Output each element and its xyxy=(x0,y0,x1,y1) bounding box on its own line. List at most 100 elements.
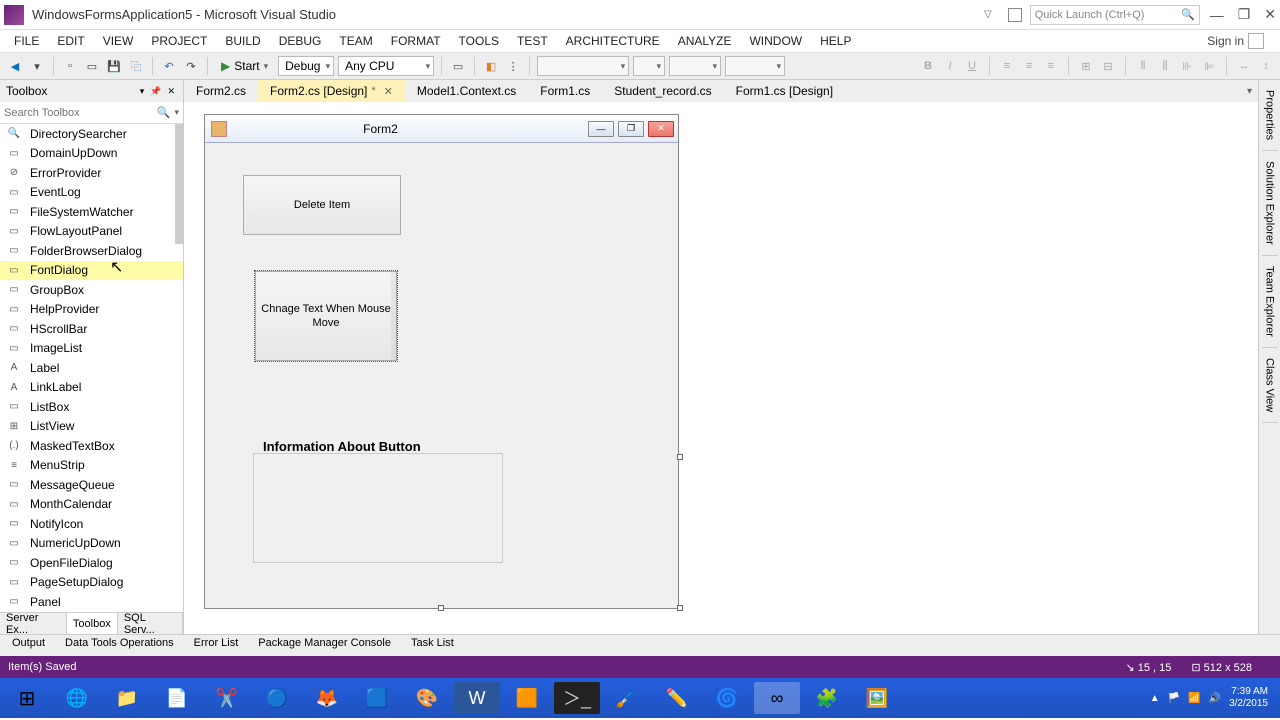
config-combo[interactable]: Debug xyxy=(278,56,334,76)
doc-tab[interactable]: Form1.cs [Design] xyxy=(724,80,845,102)
toolbox-search[interactable]: 🔍 ▾ xyxy=(0,102,183,124)
system-tray[interactable]: ▲ 🏳️ 📶 🔊 7:39 AM 3/2/2015 xyxy=(1150,686,1276,710)
layout-btn-8[interactable]: ↕ xyxy=(1258,58,1274,74)
doc-tab[interactable]: Form1.cs xyxy=(528,80,602,102)
app-icon-2[interactable]: 🟧 xyxy=(504,682,550,714)
toolbar-combo-2[interactable] xyxy=(633,56,665,76)
nav-forward-button[interactable]: ▾ xyxy=(28,57,46,75)
toolbox-item-filesystemwatcher[interactable]: ▭FileSystemWatcher xyxy=(0,202,183,222)
undo-button[interactable]: ↶ xyxy=(160,57,178,75)
toolbox-item-folderbrowserdialog[interactable]: ▭FolderBrowserDialog xyxy=(0,241,183,261)
toolbox-item-messagequeue[interactable]: ▭MessageQueue xyxy=(0,475,183,495)
nav-back-button[interactable]: ◀ xyxy=(6,57,24,75)
align-center-button[interactable]: ≡ xyxy=(1021,58,1037,74)
doc-tab[interactable]: Form2.cs [Design]*✕ xyxy=(258,80,405,102)
doc-tabs-overflow[interactable]: ▾ xyxy=(1241,80,1258,102)
doc-tab[interactable]: Student_record.cs xyxy=(602,80,723,102)
toolbox-item-groupbox[interactable]: ▭GroupBox xyxy=(0,280,183,300)
menu-window[interactable]: WINDOW xyxy=(741,32,810,50)
ie-icon[interactable]: 🌐 xyxy=(54,682,100,714)
menu-build[interactable]: BUILD xyxy=(217,32,268,50)
align-right-button[interactable]: ≡ xyxy=(1043,58,1059,74)
app-icon-4[interactable]: 🧩 xyxy=(804,682,850,714)
app-icon-3[interactable]: 🌀 xyxy=(704,682,750,714)
toolbar-button-2[interactable]: ◧ xyxy=(482,57,500,75)
open-button[interactable]: ▭ xyxy=(83,57,101,75)
tray-flag-icon[interactable]: 🏳️ xyxy=(1168,693,1180,704)
layout-btn-7[interactable]: ↔ xyxy=(1236,58,1252,74)
toolbox-item-menustrip[interactable]: ≡MenuStrip xyxy=(0,456,183,476)
maximize-button[interactable]: ❐ xyxy=(1238,6,1251,23)
notification-icon[interactable] xyxy=(1008,8,1022,22)
tray-volume-icon[interactable]: 🔊 xyxy=(1209,693,1221,704)
cmd-icon[interactable]: ＞_ xyxy=(554,682,600,714)
toolbox-tab[interactable]: Toolbox xyxy=(67,613,118,634)
form-minimize-button[interactable]: — xyxy=(588,121,614,137)
quick-launch-input[interactable]: Quick Launch (Ctrl+Q) 🔍 xyxy=(1030,5,1200,25)
tray-up-icon[interactable]: ▲ xyxy=(1150,693,1160,704)
underline-button[interactable]: U xyxy=(964,58,980,74)
menu-file[interactable]: FILE xyxy=(6,32,47,50)
toolbar-combo-1[interactable] xyxy=(537,56,629,76)
bold-button[interactable]: B xyxy=(920,58,936,74)
doc-tab[interactable]: Form2.cs xyxy=(184,80,258,102)
toolbox-item-numericupdown[interactable]: ▭NumericUpDown xyxy=(0,534,183,554)
layout-btn-3[interactable]: ⫴ xyxy=(1135,58,1151,74)
photo-icon[interactable]: 🖼️ xyxy=(854,682,900,714)
close-button[interactable]: ✕ xyxy=(1264,6,1276,23)
menu-help[interactable]: HELP xyxy=(812,32,859,50)
form-body[interactable]: Delete Item Chnage Text When Mouse Move … xyxy=(205,143,678,608)
toolbox-pin-icon[interactable]: 📌 xyxy=(148,86,163,97)
layout-btn-4[interactable]: ⫼ xyxy=(1157,58,1173,74)
delete-item-button[interactable]: Delete Item xyxy=(243,175,401,235)
toolbox-item-openfiledialog[interactable]: ▭OpenFileDialog xyxy=(0,553,183,573)
toolbox-item-linklabel[interactable]: ALinkLabel xyxy=(0,378,183,398)
panel-tab-team-explorer[interactable]: Team Explorer xyxy=(1262,256,1278,348)
write-icon[interactable]: ✏️ xyxy=(654,682,700,714)
toolbox-item-hscrollbar[interactable]: ▭HScrollBar xyxy=(0,319,183,339)
menu-team[interactable]: TEAM xyxy=(331,32,380,50)
toolbox-search-input[interactable] xyxy=(4,107,153,119)
menu-architecture[interactable]: ARCHITECTURE xyxy=(558,32,668,50)
visual-studio-icon[interactable]: ∞ xyxy=(754,682,800,714)
start-debug-button[interactable]: ▶ Start ▾ xyxy=(215,59,274,73)
bottom-tab[interactable]: Data Tools Operations xyxy=(55,635,184,656)
snip-icon[interactable]: ✂️ xyxy=(204,682,250,714)
form-maximize-button[interactable]: ❐ xyxy=(618,121,644,137)
toolbox-item-notifyicon[interactable]: ▭NotifyIcon xyxy=(0,514,183,534)
menu-analyze[interactable]: ANALYZE xyxy=(670,32,740,50)
toolbox-item-errorprovider[interactable]: ⊘ErrorProvider xyxy=(0,163,183,183)
toolbox-scrollbar[interactable] xyxy=(175,124,183,612)
word-icon[interactable]: W xyxy=(454,682,500,714)
toolbox-item-flowlayoutpanel[interactable]: ▭FlowLayoutPanel xyxy=(0,222,183,242)
toolbox-dropdown-icon[interactable]: ▾ xyxy=(138,86,147,97)
menu-project[interactable]: PROJECT xyxy=(143,32,215,50)
form-window[interactable]: Form2 — ❐ ✕ Delete Item Chnage Text When… xyxy=(204,114,679,609)
align-left-button[interactable]: ≡ xyxy=(999,58,1015,74)
bottom-tab[interactable]: Package Manager Console xyxy=(248,635,401,656)
menu-edit[interactable]: EDIT xyxy=(49,32,92,50)
minimize-button[interactable]: — xyxy=(1210,7,1224,23)
panel-tab-solution-explorer[interactable]: Solution Explorer xyxy=(1262,151,1278,256)
bottom-tab[interactable]: Error List xyxy=(184,635,249,656)
close-tab-icon[interactable]: ✕ xyxy=(384,85,393,98)
explorer-icon[interactable]: 📁 xyxy=(104,682,150,714)
toolbox-item-eventlog[interactable]: ▭EventLog xyxy=(0,183,183,203)
new-project-button[interactable]: ▫ xyxy=(61,57,79,75)
toolbox-item-pagesetupdialog[interactable]: ▭PageSetupDialog xyxy=(0,573,183,593)
paint-icon[interactable]: 🎨 xyxy=(404,682,450,714)
sign-in-link[interactable]: Sign in xyxy=(1207,33,1274,49)
layout-btn-2[interactable]: ⊟ xyxy=(1100,58,1116,74)
menu-tools[interactable]: TOOLS xyxy=(451,32,507,50)
panel-tab-properties[interactable]: Properties xyxy=(1262,80,1278,151)
selection-handle-corner[interactable] xyxy=(677,605,683,611)
doc-tab[interactable]: Model1.Context.cs xyxy=(405,80,528,102)
toolbar-button-3[interactable]: ⋮ xyxy=(504,57,522,75)
app-icon-1[interactable]: 🟦 xyxy=(354,682,400,714)
redo-button[interactable]: ↷ xyxy=(182,57,200,75)
change-text-button[interactable]: Chnage Text When Mouse Move xyxy=(255,271,397,361)
feedback-icon[interactable]: ▽ xyxy=(984,9,992,20)
selection-handle-bottom[interactable] xyxy=(438,605,444,611)
menu-format[interactable]: FORMAT xyxy=(383,32,449,50)
chrome-icon[interactable]: 🔵 xyxy=(254,682,300,714)
